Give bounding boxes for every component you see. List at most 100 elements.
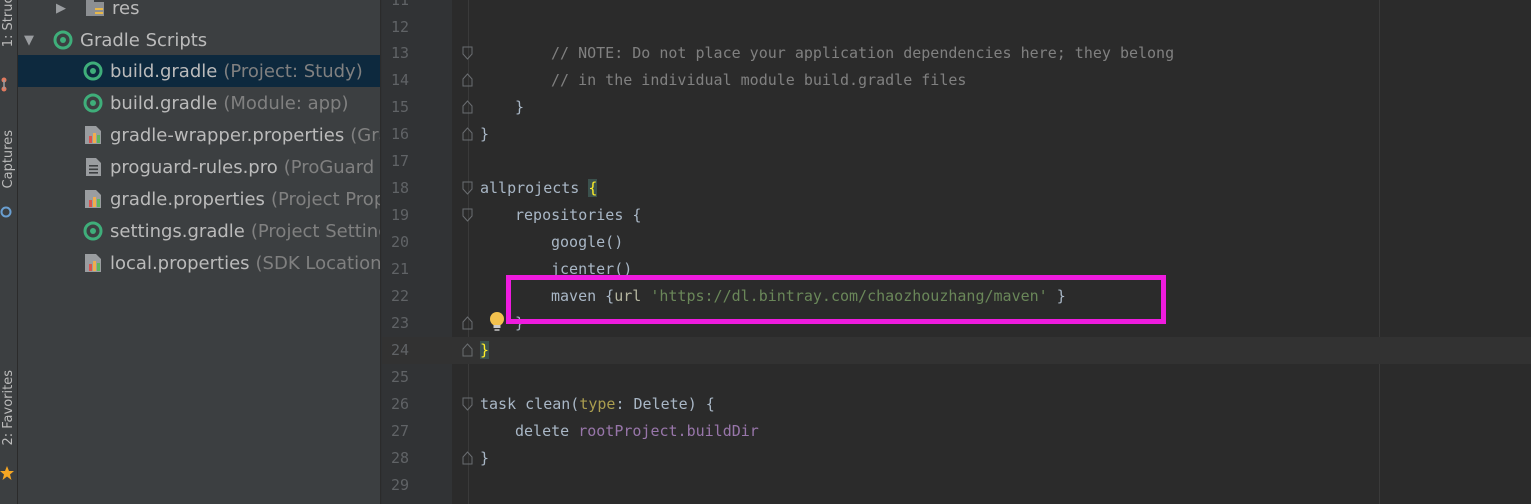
- code-editor[interactable]: 11 12 13 // NOTE: Do not place your appl…: [381, 0, 1531, 504]
- fold-marker-icon[interactable]: [462, 46, 473, 60]
- code-line-current[interactable]: 24 }: [382, 337, 1531, 364]
- tree-item-description: (Gradle Version): [350, 124, 380, 146]
- code-line[interactable]: 29: [382, 472, 1531, 499]
- code-text: }: [480, 125, 490, 143]
- tree-item-label: gradle.properties: [110, 188, 265, 210]
- code-line[interactable]: 27 delete rootProject.buildDir: [382, 418, 1531, 445]
- fold-end-marker-icon[interactable]: [462, 451, 473, 465]
- code-line[interactable]: 13 // NOTE: Do not place your applicatio…: [382, 40, 1531, 67]
- line-number: 28: [390, 449, 409, 467]
- code-line[interactable]: 26 task clean(type: Delete) {: [382, 391, 1531, 418]
- text-file-icon: [82, 156, 104, 178]
- gradle-icon: [82, 220, 104, 242]
- tree-item-gradle-scripts[interactable]: ▼ Gradle Scripts: [18, 24, 380, 56]
- line-number: 16: [390, 125, 409, 143]
- code-close: : Delete) {: [615, 395, 715, 413]
- line-number: 15: [390, 98, 409, 116]
- project-tree: ▶ res ▼ Gradle Scripts build.gradle (Pro…: [18, 0, 380, 504]
- code-call: task clean(: [480, 395, 580, 413]
- line-number: 21: [390, 260, 409, 278]
- code-line[interactable]: 18 allprojects {: [382, 175, 1531, 202]
- code-text: google(): [551, 233, 624, 251]
- fold-marker-icon[interactable]: [462, 397, 473, 411]
- line-number: 25: [390, 368, 409, 386]
- tree-item-description: (Project Settings): [250, 220, 380, 242]
- code-text: maven {url 'https://dl.bintray.com/chaoz…: [551, 283, 1066, 310]
- tree-item-description: (ProGuard Rules for app): [283, 156, 380, 178]
- gradle-icon: [82, 60, 104, 82]
- code-line[interactable]: 21 jcenter(): [382, 256, 1531, 283]
- code-line[interactable]: 20 google(): [382, 229, 1531, 256]
- line-number: 18: [390, 179, 409, 197]
- code-text: }: [515, 314, 525, 332]
- line-number: 29: [390, 476, 409, 494]
- tree-item-local-properties[interactable]: local.properties (SDK Location): [18, 247, 380, 279]
- code-text: allprojects {: [480, 175, 598, 202]
- line-number: 12: [390, 18, 409, 36]
- code-text: }: [515, 98, 525, 116]
- code-line[interactable]: 22 maven {url 'https://dl.bintray.com/ch…: [382, 283, 1531, 310]
- code-line[interactable]: 11: [382, 0, 1531, 14]
- tree-item-gradle-properties[interactable]: gradle.properties (Project Properties): [18, 183, 380, 215]
- properties-file-icon: [82, 252, 104, 274]
- code-text: }: [480, 337, 490, 364]
- line-number: 22: [390, 287, 409, 305]
- tab-favorites[interactable]: 2: Favorites: [0, 370, 17, 504]
- code-line[interactable]: 23 }: [382, 310, 1531, 337]
- code-call: delete: [515, 422, 579, 440]
- code-line[interactable]: 16 }: [382, 121, 1531, 148]
- line-number: 14: [390, 71, 409, 89]
- code-line[interactable]: 28 }: [382, 445, 1531, 472]
- code-string: 'https://dl.bintray.com/chaozhouzhang/ma…: [650, 287, 1048, 305]
- matched-brace: {: [588, 179, 598, 197]
- lightbulb-icon[interactable]: [487, 311, 507, 333]
- fold-marker-icon[interactable]: [462, 208, 473, 222]
- folder-icon: [84, 0, 106, 19]
- fold-end-marker-icon[interactable]: [462, 343, 473, 357]
- tree-item-label: proguard-rules.pro: [110, 156, 278, 178]
- tree-item-res[interactable]: ▶ res: [18, 0, 380, 24]
- code-line[interactable]: 14 // in the individual module build.gra…: [382, 67, 1531, 94]
- tree-item-build-gradle-project[interactable]: build.gradle (Project: Study): [18, 55, 380, 87]
- code-property: rootProject.buildDir: [578, 422, 759, 440]
- tab-favorites-label: 2: Favorites: [1, 370, 16, 446]
- code-line[interactable]: 17: [382, 148, 1531, 175]
- line-number: 26: [390, 395, 409, 413]
- line-number: 27: [390, 422, 409, 440]
- line-number: 17: [390, 152, 409, 170]
- code-line[interactable]: 15 }: [382, 94, 1531, 121]
- code-text: }: [480, 449, 490, 467]
- tree-item-build-gradle-module[interactable]: build.gradle (Module: app): [18, 87, 380, 119]
- code-text: repositories {: [515, 206, 642, 224]
- fold-end-marker-icon[interactable]: [462, 127, 473, 141]
- code-line[interactable]: 19 repositories {: [382, 202, 1531, 229]
- structure-icon: [1, 77, 7, 92]
- fold-end-marker-icon[interactable]: [462, 100, 473, 114]
- code-key: type: [579, 395, 616, 413]
- fold-marker-icon[interactable]: [462, 181, 473, 195]
- tab-structure[interactable]: 1: Structure: [0, 0, 17, 95]
- tree-item-proguard-rules[interactable]: proguard-rules.pro (ProGuard Rules for a…: [18, 151, 380, 183]
- tab-captures[interactable]: Captures: [0, 120, 17, 230]
- fold-end-marker-icon[interactable]: [462, 316, 473, 330]
- code-key: url: [614, 287, 651, 305]
- properties-file-icon: [82, 188, 104, 210]
- fold-end-marker-icon[interactable]: [462, 73, 473, 87]
- code-line[interactable]: 25: [382, 364, 1531, 391]
- tab-structure-label: 1: Structure: [1, 0, 16, 48]
- collapse-arrow-icon[interactable]: ▼: [22, 33, 36, 48]
- matched-brace: }: [480, 341, 490, 359]
- star-icon: [0, 466, 14, 480]
- tree-item-label: build.gradle: [110, 92, 218, 114]
- code-line[interactable]: 12: [382, 14, 1531, 41]
- tree-item-label: build.gradle: [110, 60, 218, 82]
- line-number: 20: [390, 233, 409, 251]
- line-number: 13: [390, 44, 409, 62]
- tree-item-settings-gradle[interactable]: settings.gradle (Project Settings): [18, 215, 380, 247]
- code-text: task clean(type: Delete) {: [480, 391, 715, 418]
- tree-item-gradle-wrapper-properties[interactable]: gradle-wrapper.properties (Gradle Versio…: [18, 119, 380, 151]
- properties-file-icon: [82, 124, 104, 146]
- code-close: }: [1047, 287, 1066, 305]
- expand-arrow-icon[interactable]: ▶: [54, 1, 68, 16]
- code-call: maven {: [551, 287, 615, 305]
